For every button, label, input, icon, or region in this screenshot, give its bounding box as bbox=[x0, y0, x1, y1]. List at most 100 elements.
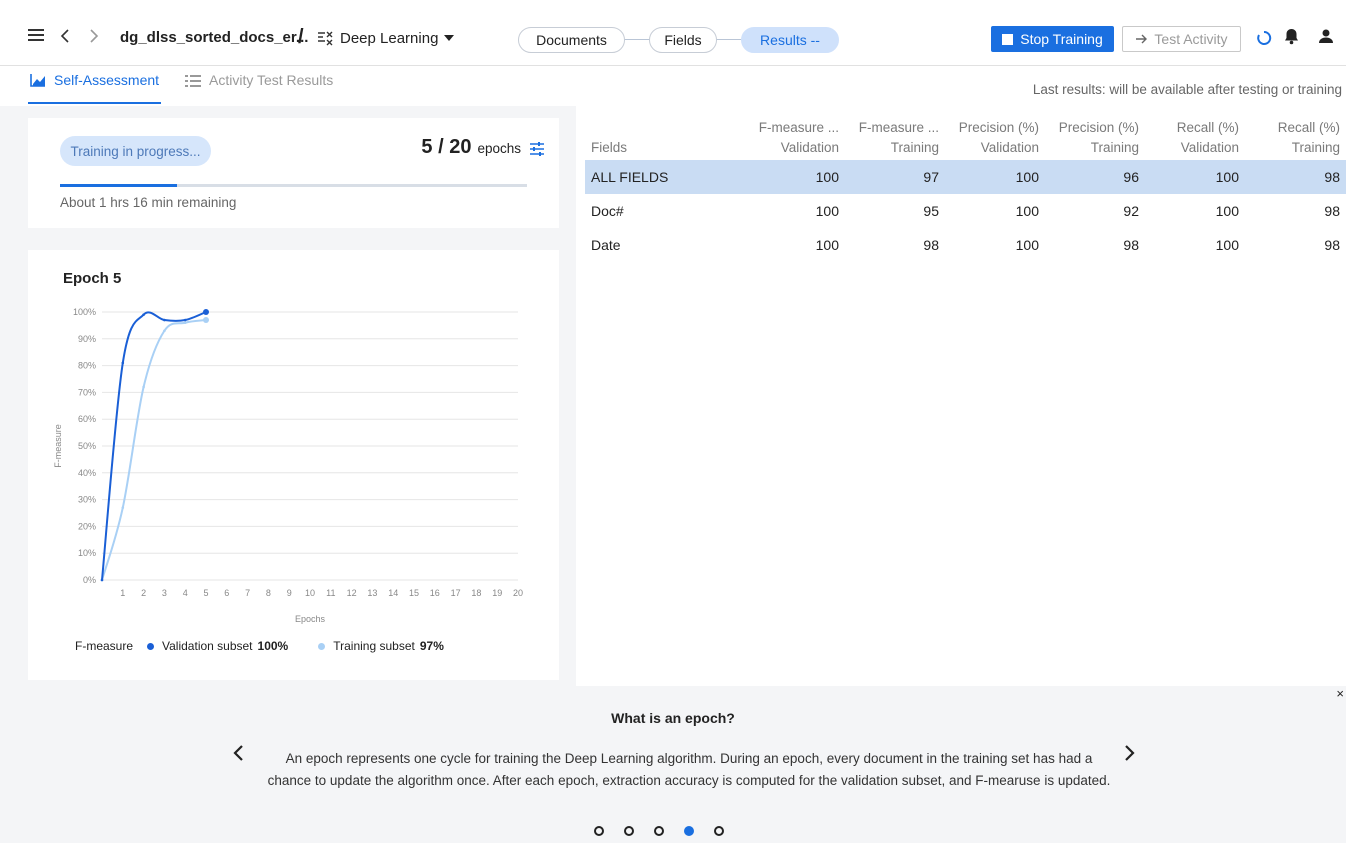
tab-activity-test-results-label: Activity Test Results bbox=[209, 72, 334, 88]
data-point bbox=[121, 506, 125, 509]
test-activity-button[interactable]: Test Activity bbox=[1122, 26, 1241, 52]
header-precision-training[interactable]: Precision (%) Training bbox=[1045, 118, 1145, 160]
chart-icon bbox=[30, 74, 45, 87]
step-results[interactable]: Results -- bbox=[741, 27, 839, 53]
forward-button[interactable] bbox=[89, 28, 99, 44]
stop-icon bbox=[1002, 33, 1014, 45]
legend-training-marker bbox=[318, 642, 326, 650]
x-tick-label: 10 bbox=[305, 588, 315, 598]
subtabs-bar: Self-Assessment Activity Test Results La… bbox=[0, 66, 1346, 106]
table-cell: 100 bbox=[1015, 203, 1039, 219]
stop-training-label: Stop Training bbox=[1020, 31, 1103, 47]
tab-self-assessment-label: Self-Assessment bbox=[54, 72, 160, 88]
y-tick-label: 20% bbox=[78, 521, 96, 531]
stop-training-button[interactable]: Stop Training bbox=[991, 26, 1114, 52]
y-tick-label: 40% bbox=[78, 468, 96, 478]
back-button[interactable] bbox=[60, 28, 70, 44]
tune-icon bbox=[530, 142, 544, 156]
tip-pagination bbox=[594, 826, 724, 836]
arrow-right-icon bbox=[1136, 34, 1148, 44]
y-tick-label: 60% bbox=[78, 414, 96, 424]
data-point bbox=[163, 318, 166, 322]
test-activity-label: Test Activity bbox=[1154, 31, 1228, 47]
chevron-right-icon bbox=[1125, 745, 1135, 761]
table-cell: 100 bbox=[815, 237, 839, 253]
header-fields[interactable]: Fields bbox=[585, 118, 745, 160]
header-fmeasure-training[interactable]: F-measure ... Training bbox=[845, 118, 945, 160]
step-documents[interactable]: Documents bbox=[518, 27, 625, 53]
legend-validation-label: Validation subset bbox=[162, 639, 253, 653]
hamburger-icon bbox=[28, 29, 44, 41]
table-cell: 98 bbox=[1123, 237, 1139, 253]
header-recall-validation[interactable]: Recall (%) Validation bbox=[1145, 118, 1245, 160]
data-point bbox=[142, 313, 145, 316]
header-fmeasure-validation[interactable]: F-measure ... Validation bbox=[745, 118, 845, 160]
pagination-dot[interactable] bbox=[624, 826, 634, 836]
table-cell: 100 bbox=[815, 203, 839, 219]
training-settings-button[interactable] bbox=[529, 142, 545, 161]
table-row[interactable]: ALL FIELDS 100 97 100 96 100 98 bbox=[585, 160, 1346, 194]
x-tick-label: 1 bbox=[120, 588, 125, 598]
data-point bbox=[183, 318, 187, 322]
skill-selector[interactable]: Deep Learning bbox=[316, 29, 455, 47]
step-fields[interactable]: Fields bbox=[649, 27, 717, 53]
x-tick-label: 18 bbox=[471, 588, 481, 598]
back-icon bbox=[60, 29, 69, 43]
table-cell: 95 bbox=[923, 203, 939, 219]
x-tick-label: 14 bbox=[388, 588, 398, 598]
pagination-dot[interactable] bbox=[684, 826, 694, 836]
header-recall-training[interactable]: Recall (%) Training bbox=[1245, 118, 1346, 160]
tab-self-assessment[interactable]: Self-Assessment bbox=[30, 72, 159, 88]
data-point bbox=[100, 578, 104, 582]
notifications-button[interactable] bbox=[1284, 28, 1299, 45]
list-icon bbox=[185, 74, 201, 87]
data-point bbox=[163, 329, 166, 333]
table-cell: 100 bbox=[745, 160, 845, 194]
y-tick-label: 50% bbox=[78, 441, 96, 451]
table-row[interactable]: Doc# 100 95 100 92 100 98 bbox=[585, 194, 1346, 228]
y-tick-label: 0% bbox=[83, 575, 96, 585]
close-help-button[interactable]: × bbox=[1336, 686, 1344, 701]
x-tick-label: 7 bbox=[245, 588, 250, 598]
x-tick-label: 19 bbox=[492, 588, 502, 598]
x-tick-label: 4 bbox=[183, 588, 188, 598]
training-progress-fill bbox=[60, 184, 177, 187]
training-progress-card: Training in progress... 5 / 20 epochs Ab… bbox=[28, 118, 559, 228]
results-table-container: Fields F-measure ... Validation F-measure… bbox=[585, 118, 1346, 262]
data-point bbox=[203, 309, 209, 315]
forward-icon bbox=[90, 29, 99, 43]
tab-activity-test-results[interactable]: Activity Test Results bbox=[185, 72, 333, 88]
f-measure-chart: 0%10%20%30%40%50%60%70%80%90%100%1 2 3 4 5 6 7… bbox=[53, 307, 523, 624]
user-icon bbox=[1319, 29, 1333, 43]
data-point bbox=[183, 321, 187, 325]
hamburger-menu-button[interactable] bbox=[28, 28, 44, 42]
table-cell: 100 bbox=[1015, 237, 1039, 253]
active-tab-underline bbox=[28, 102, 161, 104]
pagination-dot[interactable] bbox=[594, 826, 604, 836]
previous-tip-button[interactable] bbox=[232, 744, 244, 768]
project-name[interactable]: dg_dlss_sorted_docs_er... bbox=[120, 29, 308, 46]
help-title: What is an epoch? bbox=[611, 710, 735, 726]
dropdown-caret-icon bbox=[444, 35, 455, 41]
x-tick-label: 5 bbox=[203, 588, 208, 598]
pagination-dot[interactable] bbox=[654, 826, 664, 836]
y-tick-label: 90% bbox=[78, 334, 96, 344]
epochs-value: 5 / 20 bbox=[421, 136, 472, 158]
epoch-chart-card: Epoch 5 0% 10% 20% 30% 40% 50% 60% 70% 80% 90% 100… bbox=[28, 250, 559, 680]
next-tip-button[interactable] bbox=[1124, 744, 1136, 768]
table-cell: ALL FIELDS bbox=[585, 160, 745, 194]
results-table: Fields F-measure ... Validation F-measure… bbox=[585, 118, 1346, 262]
pagination-dot[interactable] bbox=[714, 826, 724, 836]
last-results-text: Last results: will be available after te… bbox=[1032, 82, 1342, 97]
table-row[interactable]: Date 100 98 100 98 100 98 bbox=[585, 228, 1346, 262]
table-cell: 100 bbox=[945, 160, 1045, 194]
series-line-training bbox=[101, 319, 207, 581]
training-progress-bar bbox=[60, 184, 527, 187]
help-text: An epoch represents one cycle for traini… bbox=[267, 751, 1111, 788]
header-precision-validation[interactable]: Precision (%) Validation bbox=[945, 118, 1045, 160]
table-cell: Date bbox=[591, 237, 621, 253]
x-tick-label: 2 bbox=[141, 588, 146, 598]
user-menu-button[interactable] bbox=[1318, 28, 1334, 45]
x-tick-label: 16 bbox=[430, 588, 440, 598]
time-remaining: About 1 hrs 16 min remaining bbox=[60, 195, 237, 210]
